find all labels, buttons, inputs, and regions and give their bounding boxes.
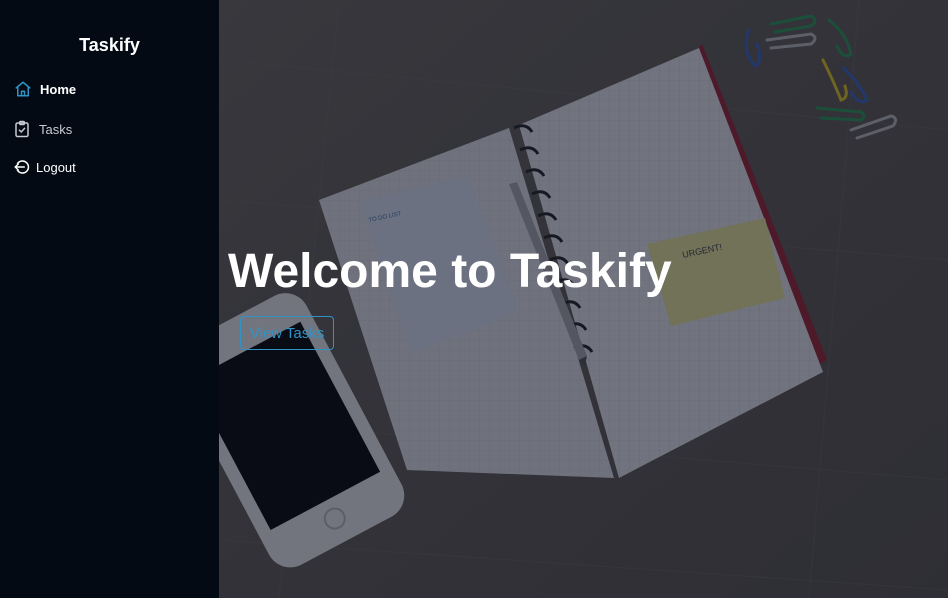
sidebar-item-label: Tasks bbox=[39, 121, 73, 137]
sidebar: Taskify Home Tasks Logout bbox=[0, 0, 219, 598]
view-tasks-button[interactable]: View Tasks bbox=[240, 316, 334, 350]
hero-title: Welcome to Taskify bbox=[228, 245, 672, 298]
app-window: Taskify Home Tasks Logout Welcome to Tas… bbox=[0, 0, 948, 598]
hero-dark-overlay bbox=[219, 0, 948, 598]
hero-section: TO DO LIST URGENT! bbox=[219, 0, 948, 598]
sidebar-item-label: Home bbox=[40, 81, 77, 97]
sidebar-item-home[interactable]: Home bbox=[14, 78, 76, 100]
sidebar-item-logout[interactable]: Logout bbox=[13, 156, 76, 178]
logout-icon bbox=[13, 158, 31, 176]
brand-title: Taskify bbox=[79, 35, 140, 55]
sidebar-item-tasks[interactable]: Tasks bbox=[13, 118, 72, 140]
clipboard-check-icon bbox=[13, 120, 31, 138]
sidebar-item-label: Logout bbox=[36, 159, 76, 175]
home-icon bbox=[14, 80, 32, 98]
